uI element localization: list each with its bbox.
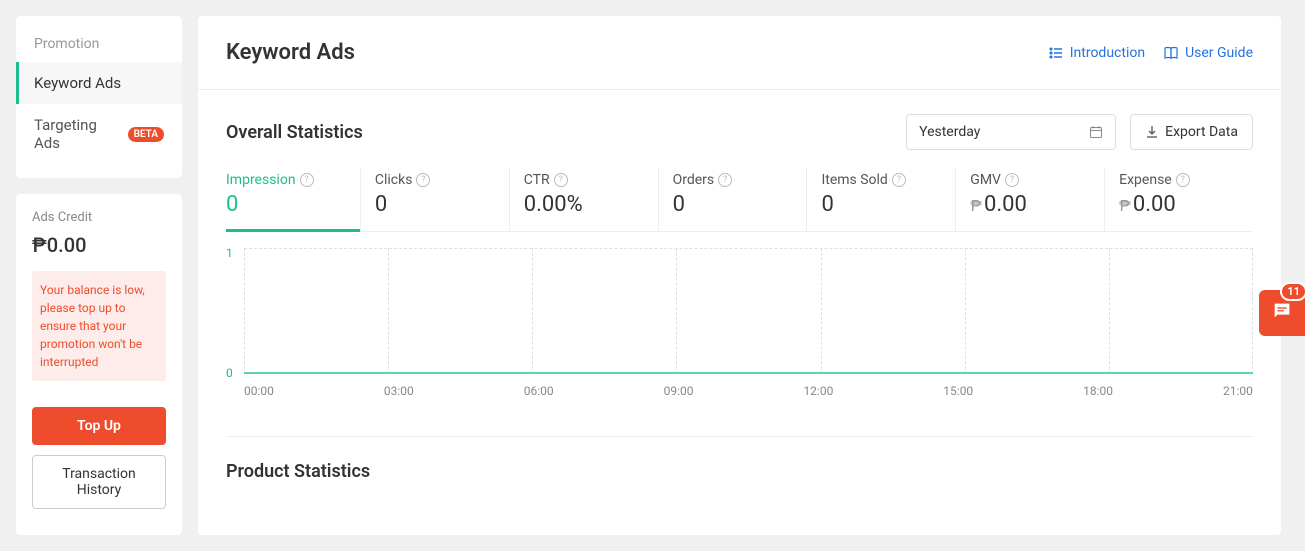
main-header: Keyword Ads Introduction	[198, 16, 1281, 90]
sidebar-item-targeting-ads[interactable]: Targeting Ads BETA	[16, 104, 182, 164]
chart-x-tick: 12:00	[803, 384, 833, 398]
book-icon	[1163, 45, 1179, 61]
section-title: Product Statistics	[226, 461, 1253, 482]
download-icon	[1145, 125, 1159, 139]
chart-x-tick: 00:00	[244, 384, 274, 398]
section-title: Overall Statistics	[226, 122, 363, 143]
metric-label-text: Expense	[1119, 172, 1172, 188]
metric-value: 0	[375, 192, 495, 217]
user-guide-link[interactable]: User Guide	[1163, 45, 1253, 61]
product-statistics-section: Product Statistics	[198, 437, 1281, 490]
chart-x-tick: 21:00	[1223, 384, 1253, 398]
chart-x-tick: 18:00	[1083, 384, 1113, 398]
metric-value: 0	[821, 192, 941, 217]
chart-x-tick: 09:00	[664, 384, 694, 398]
date-value: Yesterday	[919, 124, 980, 140]
metric-gmv[interactable]: GMV ? ₱0.00	[955, 168, 1104, 231]
top-up-button[interactable]: Top Up	[32, 407, 166, 445]
main-content: Keyword Ads Introduction	[198, 16, 1281, 535]
sidebar-item-label: Targeting Ads	[34, 116, 122, 152]
promotion-nav-card: Promotion Keyword Ads Targeting Ads BETA	[16, 16, 182, 178]
metric-expense[interactable]: Expense ? ₱0.00	[1104, 168, 1253, 231]
chat-fab[interactable]: 11	[1259, 290, 1305, 336]
chart-x-tick: 06:00	[524, 384, 554, 398]
sidebar-item-label: Keyword Ads	[34, 74, 121, 92]
introduction-link[interactable]: Introduction	[1048, 45, 1145, 61]
metric-label-text: CTR	[524, 172, 550, 188]
metric-label-text: Impression	[226, 172, 296, 188]
sidebar-section-title: Promotion	[16, 30, 182, 62]
notification-badge: 11	[1280, 282, 1305, 301]
ads-credit-card: Ads Credit ₱0.00 Your balance is low, pl…	[16, 194, 182, 535]
link-label: User Guide	[1185, 45, 1253, 61]
metric-label-text: Items Sold	[821, 172, 887, 188]
sidebar: Promotion Keyword Ads Targeting Ads BETA…	[16, 16, 182, 535]
chart-y-tick: 1	[226, 246, 233, 260]
low-balance-warning: Your balance is low, please top up to en…	[32, 271, 166, 381]
calendar-icon	[1089, 125, 1103, 139]
export-data-button[interactable]: Export Data	[1130, 114, 1253, 150]
chart-x-tick: 15:00	[943, 384, 973, 398]
impression-chart: 1 0 00:00 03:00 06:00 09:00 12:00	[226, 248, 1253, 398]
chat-icon	[1271, 300, 1293, 326]
transaction-history-button[interactable]: Transaction History	[32, 455, 166, 509]
info-icon[interactable]: ?	[1176, 173, 1190, 187]
metric-label-text: Clicks	[375, 172, 413, 188]
export-label: Export Data	[1165, 124, 1238, 140]
metric-value: 0.00%	[524, 192, 644, 217]
info-icon[interactable]: ?	[718, 173, 732, 187]
metric-orders[interactable]: Orders ? 0	[658, 168, 807, 231]
metric-value: 0	[673, 192, 793, 217]
info-icon[interactable]: ?	[892, 173, 906, 187]
metric-impression[interactable]: Impression ? 0	[226, 168, 360, 231]
ads-credit-amount: ₱0.00	[32, 233, 166, 257]
metrics-row: Impression ? 0 Clicks ? 0 CTR ?	[226, 168, 1253, 232]
header-links: Introduction User Guide	[1048, 45, 1253, 61]
metric-value: ₱0.00	[970, 192, 1090, 217]
chart-line	[244, 248, 1253, 374]
date-range-select[interactable]: Yesterday	[906, 114, 1116, 150]
ads-credit-label: Ads Credit	[32, 210, 166, 225]
info-icon[interactable]: ?	[416, 173, 430, 187]
metric-items-sold[interactable]: Items Sold ? 0	[806, 168, 955, 231]
chart-x-tick: 03:00	[384, 384, 414, 398]
metric-clicks[interactable]: Clicks ? 0	[360, 168, 509, 231]
sidebar-item-keyword-ads[interactable]: Keyword Ads	[16, 62, 182, 104]
metric-ctr[interactable]: CTR ? 0.00%	[509, 168, 658, 231]
info-icon[interactable]: ?	[1005, 173, 1019, 187]
link-label: Introduction	[1070, 45, 1145, 61]
metric-label-text: GMV	[970, 172, 1001, 188]
info-icon[interactable]: ?	[554, 173, 568, 187]
chart-x-axis: 00:00 03:00 06:00 09:00 12:00 15:00 18:0…	[244, 384, 1253, 398]
metric-value: ₱0.00	[1119, 192, 1239, 217]
metric-label-text: Orders	[673, 172, 715, 188]
beta-badge: BETA	[128, 127, 164, 142]
info-icon[interactable]: ?	[300, 173, 314, 187]
metric-value: 0	[226, 192, 346, 217]
page-title: Keyword Ads	[226, 40, 355, 65]
overall-statistics-section: Overall Statistics Yesterday	[198, 90, 1281, 436]
chart-y-tick: 0	[226, 366, 233, 380]
list-icon	[1048, 45, 1064, 61]
